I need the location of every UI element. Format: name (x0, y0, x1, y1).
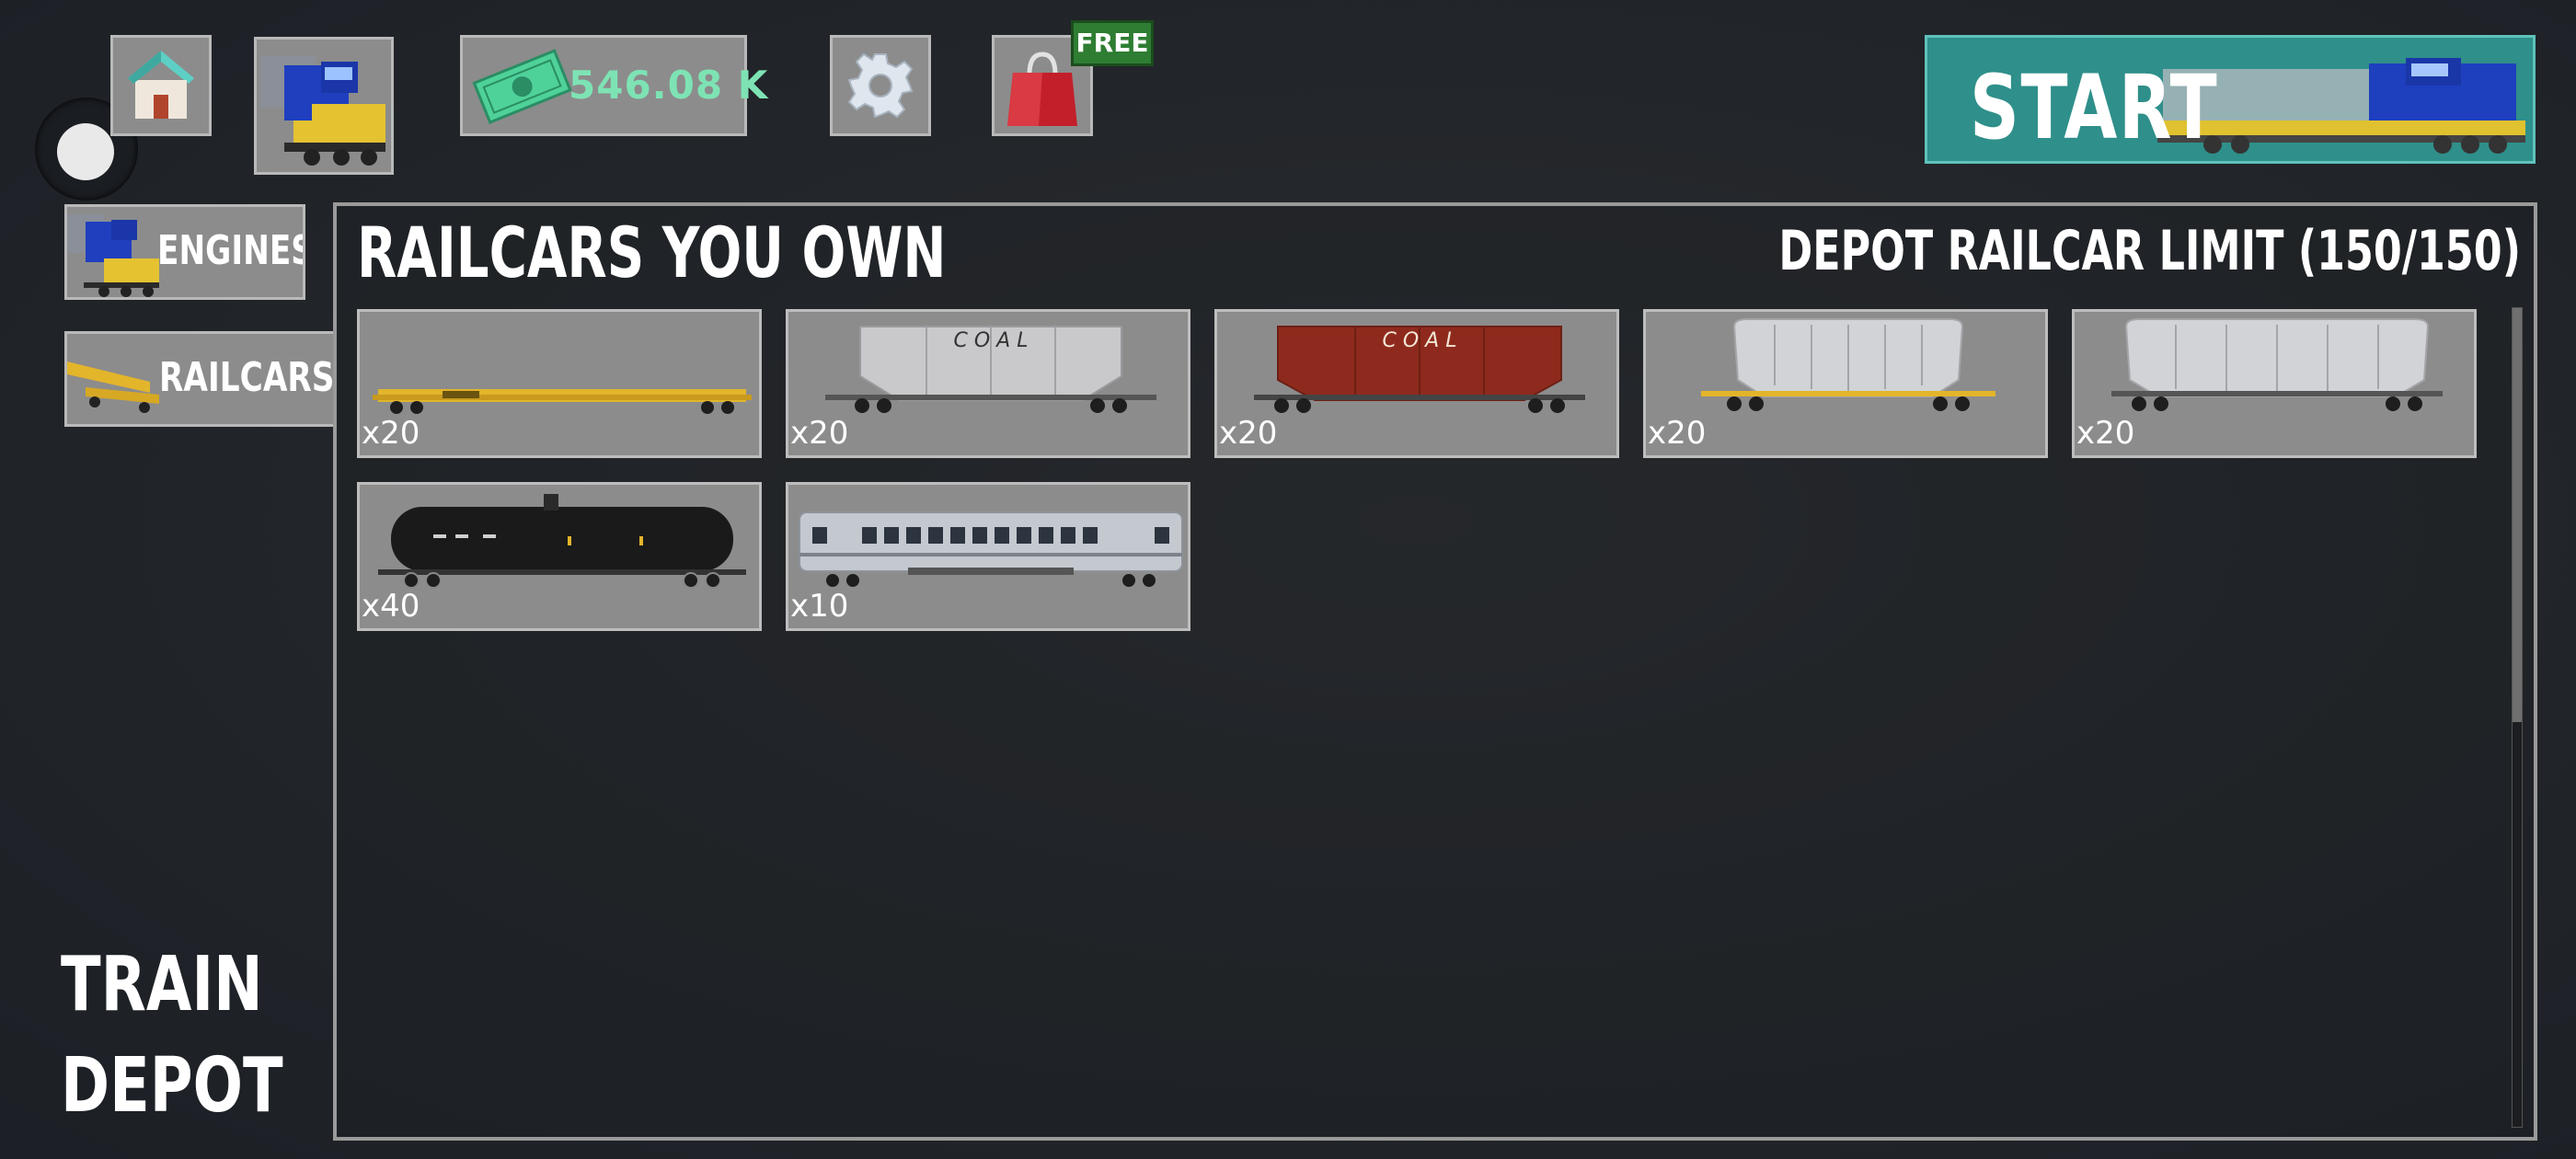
coal-hopper-icon: C O A L (825, 326, 1156, 413)
locomotive-icon (67, 214, 159, 297)
joystick-knob[interactable] (57, 123, 114, 180)
start-button[interactable]: START (1925, 35, 2536, 164)
coal-hopper-icon: C O A L (1254, 326, 1585, 413)
railcar-quantity: x40 (362, 588, 420, 625)
house-icon (128, 51, 194, 119)
cash-icon (472, 49, 572, 124)
home-button[interactable] (110, 35, 212, 136)
panel-title: RAILCARS YOU OWN (357, 212, 947, 293)
flatcar-icon (67, 361, 159, 413)
car-lettering: C O A L (954, 329, 1029, 352)
railcar-tile-flatcar[interactable]: x20 (357, 309, 762, 458)
sidebar-item-engines[interactable]: ENGINES (64, 204, 305, 300)
railcar-tile-tank-car[interactable]: x40 (357, 482, 762, 631)
railcar-quantity: x20 (1648, 415, 1707, 452)
covered-hopper-icon (1701, 318, 1995, 411)
railcars-panel: RAILCARS YOU OWN DEPOT RAILCAR LIMIT (15… (333, 202, 2537, 1141)
gear-icon (847, 52, 914, 119)
screen-title: TRAIN DEPOT (61, 935, 283, 1137)
sidebar-item-label: RAILCARS (159, 354, 335, 401)
railcar-quantity: x20 (362, 415, 420, 452)
money-amount: 546.08 K (569, 63, 769, 108)
covered-hopper-icon (2111, 318, 2443, 411)
railcar-tile-covered-hopper-1[interactable]: x20 (1643, 309, 2048, 458)
sidebar-item-railcars[interactable]: RAILCARS (64, 331, 335, 427)
car-lettering: C O A L (1383, 329, 1457, 352)
railcar-quantity: x20 (2076, 415, 2135, 452)
railcar-quantity: x20 (1219, 415, 1278, 452)
screen-title-line2: DEPOT (61, 1042, 283, 1130)
flatcar-icon (373, 389, 752, 414)
start-label: START (1970, 56, 2219, 159)
railcar-tile-covered-hopper-2[interactable]: x20 (2072, 309, 2477, 458)
railcar-quantity: x20 (790, 415, 849, 452)
railcar-limit: DEPOT RAILCAR LIMIT (150/150) (1778, 219, 2521, 283)
scrollbar[interactable] (2512, 307, 2523, 1128)
railcar-tile-coal-hopper-red[interactable]: C O A L x20 (1214, 309, 1619, 458)
engine-select-button[interactable] (254, 37, 394, 175)
sidebar-item-label: ENGINES (157, 227, 305, 274)
scrollbar-thumb[interactable] (2513, 308, 2522, 722)
passenger-car-icon (799, 511, 1183, 587)
locomotive-icon (260, 56, 385, 166)
free-badge: FREE (1071, 20, 1154, 66)
railcar-tile-passenger-car[interactable]: x10 (786, 482, 1190, 631)
tank-car-icon (378, 494, 746, 589)
settings-button[interactable] (830, 35, 931, 136)
screen-title-line1: TRAIN (61, 941, 263, 1028)
railcar-quantity: x10 (790, 588, 849, 625)
railcar-tile-coal-hopper-gray[interactable]: C O A L x20 (786, 309, 1190, 458)
